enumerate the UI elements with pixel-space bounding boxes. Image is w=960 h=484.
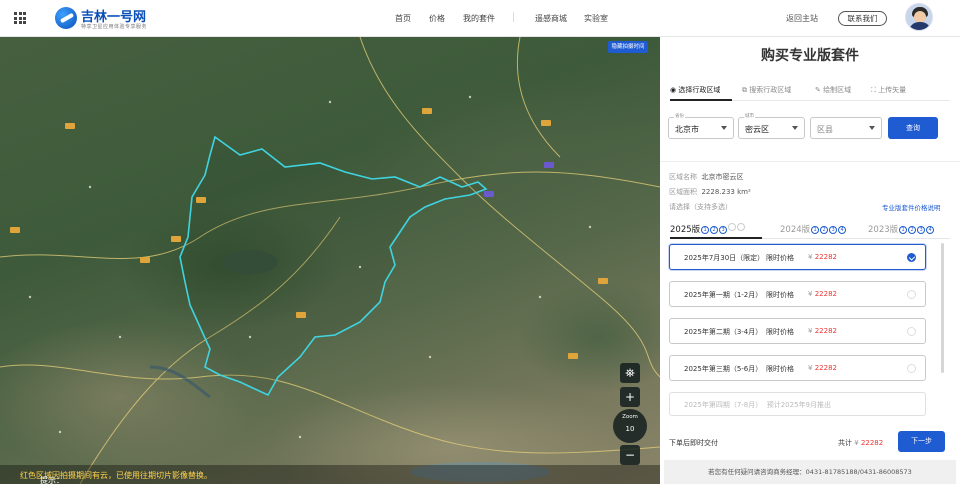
area-size-row: 区域面积 2228.233 km² xyxy=(669,188,751,196)
city-select[interactable]: 城市 密云区 xyxy=(738,113,805,139)
package-card[interactable]: 2025年第三期（5-6月） 限时价格 ¥ 22282 xyxy=(669,355,926,381)
package-card[interactable]: 2025年第二期（3-4月） 限时价格 ¥ 22282 xyxy=(669,318,926,344)
top-header: 吉林一号网 特享卫星应用体验专享服务 首页 价格 我的套件 遥感商城 实验室 返… xyxy=(0,0,960,37)
city-label: 城市 xyxy=(744,113,755,119)
nav-my-kits[interactable]: 我的套件 xyxy=(463,13,495,24)
tip-prefix: 提示： xyxy=(40,476,64,484)
version-tab-underline xyxy=(670,237,762,239)
zoom-indicator: Zoom 10 xyxy=(613,409,647,443)
check-icon xyxy=(907,253,916,262)
tab-select-region[interactable]: ◉ 选择行政区域 xyxy=(670,85,720,95)
district-select[interactable]: 区县 xyxy=(810,117,882,139)
city-value: 密云区 xyxy=(745,125,769,134)
zoom-out-button[interactable]: − xyxy=(620,445,640,465)
chevron-down-icon xyxy=(869,126,875,130)
contact-bar: 若您有任何疑问请咨询商务经理：0431-81785188/0431-860085… xyxy=(664,460,956,484)
nav-divider xyxy=(513,12,514,22)
purchase-panel: 购买专业版套件 ◉ 选择行政区域 ⧉ 搜索行政区域 ✎ 绘制区域 ⛶ 上传矢量 … xyxy=(660,37,960,484)
tab-version-2025[interactable]: 2025版 1 2 3 xyxy=(670,223,746,235)
tab-version-2024[interactable]: 2024版 1 2 3 4 xyxy=(780,223,847,235)
zoom-level: 10 xyxy=(625,425,635,433)
tab-version-2023[interactable]: 2023版 1 2 3 4 xyxy=(868,223,935,235)
panel-title: 购买专业版套件 xyxy=(761,48,859,64)
version-tabs: 2025版 1 2 3 2024版 1 2 3 4 2023版 1 2 3 4 xyxy=(670,223,950,239)
contact-us-button[interactable]: 联系我们 xyxy=(838,11,887,26)
radio-icon xyxy=(907,290,916,299)
satellite-map[interactable]: 隐藏拍摄时间 ⛯ + Zoom 10 − 提示： 红色区域因拍摄期间有云，已使用往… xyxy=(0,37,660,484)
price-explain-link[interactable]: 专业版套件价格说明 xyxy=(882,202,941,212)
nav-price[interactable]: 价格 xyxy=(429,13,445,24)
package-card[interactable]: 2025年7月30日（限定） 限时价格 ¥ 22282 xyxy=(669,244,926,270)
radio-icon xyxy=(907,364,916,373)
radio-icon xyxy=(907,327,916,336)
nav-mall[interactable]: 遥感商城 xyxy=(535,13,567,24)
user-avatar[interactable] xyxy=(905,3,933,31)
tab-draw-region[interactable]: ✎ 绘制区域 xyxy=(815,85,851,95)
province-select[interactable]: 省份 北京市 xyxy=(668,113,734,139)
logo-icon[interactable] xyxy=(55,7,77,29)
tab-upload-vector[interactable]: ⛶ 上传矢量 xyxy=(871,85,906,95)
active-tab-underline xyxy=(670,99,732,101)
district-boundary xyxy=(179,135,488,397)
area-name-row: 区域名称 北京市密云区 xyxy=(669,173,744,181)
package-card-disabled: 2025年第四期（7-8月） 预计2025年9月推出 xyxy=(669,392,926,416)
query-button[interactable]: 查询 xyxy=(888,117,938,139)
province-value: 北京市 xyxy=(675,125,699,134)
back-to-main-link[interactable]: 返回主站 xyxy=(786,13,818,24)
region-mode-tabs: ◉ 选择行政区域 ⧉ 搜索行政区域 ✎ 绘制区域 ⛶ 上传矢量 xyxy=(670,85,950,101)
area-size-value: 2228.233 km² xyxy=(701,188,751,196)
zoom-label: Zoom xyxy=(622,414,638,420)
map-overlay xyxy=(0,37,660,484)
delivery-note: 下单后即时交付 xyxy=(669,439,718,447)
brand-subtitle: 特享卫星应用体验专享服务 xyxy=(81,24,148,30)
total-price: 共计 ¥ 22282 xyxy=(838,439,884,447)
chevron-down-icon xyxy=(792,126,798,130)
list-scrollbar[interactable] xyxy=(941,243,944,373)
nav-lab[interactable]: 实验室 xyxy=(584,13,608,24)
next-step-button[interactable]: 下一步 xyxy=(898,431,945,452)
apps-grid-icon[interactable] xyxy=(14,12,26,24)
zoom-in-button[interactable]: + xyxy=(620,387,640,407)
map-locate-icon[interactable]: ⛯ xyxy=(620,363,640,383)
chevron-down-icon xyxy=(721,126,727,130)
nav-home[interactable]: 首页 xyxy=(395,13,411,24)
map-tip-bar: 提示： 红色区域因拍摄期间有云，已使用往期切片影像替换。 xyxy=(0,465,660,484)
select-hint: 请选择（支持多选） xyxy=(669,203,732,211)
hide-capture-time-button[interactable]: 隐藏拍摄时间 xyxy=(608,41,648,53)
package-card[interactable]: 2025年第一期（1-2月） 限时价格 ¥ 22282 xyxy=(669,281,926,307)
area-name-value: 北京市密云区 xyxy=(701,173,744,181)
tab-search-region[interactable]: ⧉ 搜索行政区域 xyxy=(742,85,791,95)
province-label: 省份 xyxy=(674,113,685,119)
panel-divider xyxy=(660,161,960,162)
district-placeholder: 区县 xyxy=(817,125,833,134)
